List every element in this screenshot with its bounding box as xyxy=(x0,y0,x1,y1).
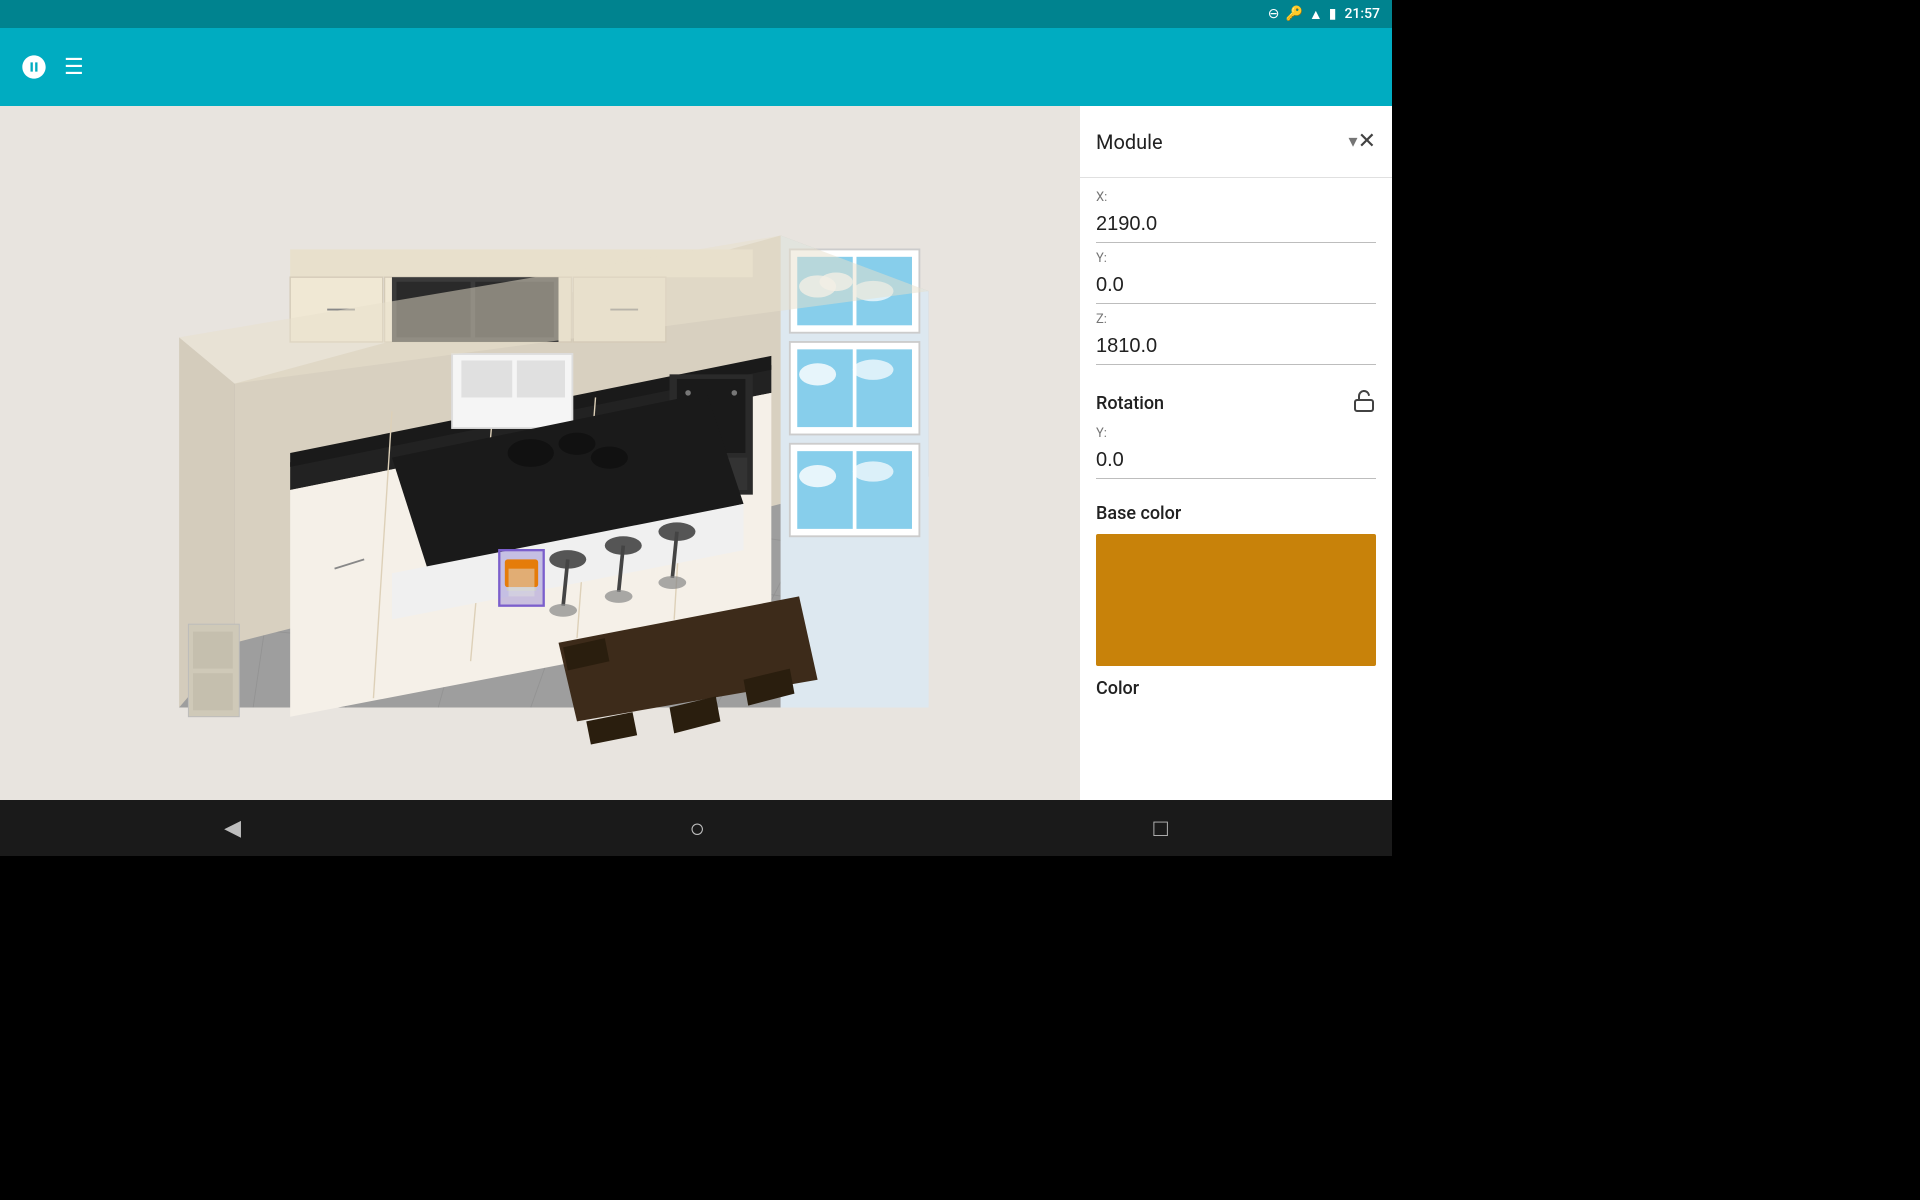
color-section-label: Color xyxy=(1096,678,1376,699)
y-label: Y: xyxy=(1096,251,1376,266)
right-panel: Module ▾ ✕ X: Y: Z: Rota xyxy=(1080,106,1392,800)
rotation-label: Rotation xyxy=(1096,393,1352,414)
status-icons: ⊖ 🔑 ▲ ▮ xyxy=(1268,6,1337,23)
status-time: 21:57 xyxy=(1344,6,1380,22)
base-color-label: Base color xyxy=(1096,503,1376,524)
x-field-group: X: xyxy=(1096,190,1376,243)
close-button[interactable]: ✕ xyxy=(1358,129,1376,154)
battery-icon: ▮ xyxy=(1329,6,1337,22)
x-label: X: xyxy=(1096,190,1376,205)
y-input[interactable] xyxy=(1096,270,1376,304)
kitchen-scene xyxy=(0,106,1080,800)
nav-bar: ◀ ○ □ xyxy=(0,800,1392,856)
3d-view[interactable] xyxy=(0,106,1080,800)
key-icon: 🔑 xyxy=(1285,6,1302,22)
z-label: Z: xyxy=(1096,312,1376,327)
signal-minus-icon: ⊖ xyxy=(1268,6,1280,22)
x-input[interactable] xyxy=(1096,209,1376,243)
rotation-y-input[interactable] xyxy=(1096,445,1376,479)
app-icon xyxy=(20,53,48,81)
panel-dropdown-arrow[interactable]: ▾ xyxy=(1349,131,1358,152)
home-button[interactable]: ○ xyxy=(665,805,729,852)
z-field-group: Z: xyxy=(1096,312,1376,365)
panel-content: X: Y: Z: Rotation xyxy=(1080,178,1392,800)
hamburger-icon[interactable]: ☰ xyxy=(64,55,84,80)
back-button[interactable]: ◀ xyxy=(200,808,265,849)
kitchen-svg xyxy=(0,106,1080,800)
y-field-group: Y: xyxy=(1096,251,1376,304)
rotation-header: Rotation xyxy=(1096,389,1376,418)
panel-header: Module ▾ ✕ xyxy=(1080,106,1392,178)
panel-title: Module xyxy=(1096,130,1345,154)
wifi-icon: ▲ xyxy=(1309,6,1323,23)
color-swatch[interactable] xyxy=(1096,534,1376,666)
main-content: Module ▾ ✕ X: Y: Z: Rota xyxy=(0,106,1392,800)
rotation-y-label: Y: xyxy=(1096,426,1376,441)
rotation-y-field-group: Y: xyxy=(1096,426,1376,479)
lock-icon[interactable] xyxy=(1352,389,1376,418)
status-bar: ⊖ 🔑 ▲ ▮ 21:57 xyxy=(0,0,1392,28)
recent-button[interactable]: □ xyxy=(1129,806,1192,851)
app-bar: ☰ xyxy=(0,28,1392,106)
z-input[interactable] xyxy=(1096,331,1376,365)
